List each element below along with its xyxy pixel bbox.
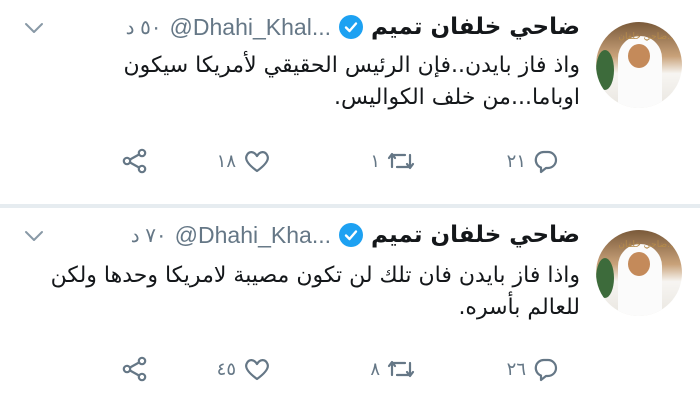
avatar-logo-text: د.ضاحي خلفان: [618, 240, 674, 250]
heart-icon: [242, 355, 272, 383]
verified-badge-icon: [339, 15, 363, 39]
tweet-text: واذ فاز بايدن..فإن الرئيس الحقيقي لأمريك…: [123, 53, 580, 110]
author-name[interactable]: ضاحي خلفان تميم: [371, 222, 580, 248]
author-name[interactable]: ضاحي خلفان تميم: [371, 14, 580, 40]
share-button[interactable]: [120, 146, 150, 176]
retweet-icon: [386, 355, 416, 383]
avatar-face: [628, 252, 650, 276]
reply-count: ٢٦: [506, 358, 526, 380]
tweet[interactable]: د.ضاحي خلفان ضاحي خلفان تميم @Dhahi_Khal…: [0, 0, 700, 204]
chevron-down-icon[interactable]: [22, 224, 46, 248]
avatar[interactable]: د.ضاحي خلفان: [596, 22, 682, 108]
tweet-header: ضاحي خلفان تميم @Dhahi_Khal... ٥٠ د: [126, 12, 580, 42]
author-handle[interactable]: @Dhahi_Khal...: [170, 14, 331, 41]
chevron-down-icon[interactable]: [22, 16, 46, 40]
tweet-text: واذا فاز بايدن فان تلك لن تكون مصيبة لام…: [50, 263, 580, 320]
tweet-header: ضاحي خلفان تميم @Dhahi_Kha... ٧٠ د: [131, 220, 580, 250]
retweet-icon: [386, 147, 416, 175]
like-button[interactable]: ١٨: [217, 146, 272, 176]
tweet-actions: ٢٦ ٨ ٤٥: [120, 354, 560, 384]
share-button[interactable]: [120, 354, 150, 384]
retweet-button[interactable]: ٨: [370, 354, 416, 384]
retweet-count: ٨: [370, 358, 380, 380]
avatar-face: [628, 44, 650, 68]
avatar[interactable]: د.ضاحي خلفان: [596, 230, 682, 316]
share-icon: [120, 354, 150, 384]
tweet-timestamp[interactable]: ٧٠ د: [131, 223, 167, 248]
reply-button[interactable]: ٢١: [507, 146, 560, 176]
author-handle[interactable]: @Dhahi_Kha...: [175, 222, 331, 249]
like-count: ١٨: [216, 150, 236, 172]
reply-count: ٢١: [506, 150, 526, 172]
tweet-timestamp[interactable]: ٥٠ د: [126, 15, 162, 40]
avatar-plant-decoration: [596, 258, 614, 298]
like-count: ٤٥: [216, 358, 236, 380]
like-button[interactable]: ٤٥: [217, 354, 272, 384]
tweet[interactable]: د.ضاحي خلفان ضاحي خلفان تميم @Dhahi_Kha.…: [0, 208, 700, 412]
verified-badge-icon: [339, 223, 363, 247]
heart-icon: [242, 147, 272, 175]
avatar-logo-text: د.ضاحي خلفان: [618, 32, 674, 42]
tweet-actions: ٢١ ١ ١٨: [120, 146, 560, 176]
reply-button[interactable]: ٢٦: [507, 354, 560, 384]
share-icon: [120, 146, 150, 176]
avatar-plant-decoration: [596, 50, 614, 90]
reply-icon: [532, 355, 560, 383]
retweet-button[interactable]: ١: [370, 146, 416, 176]
reply-icon: [532, 147, 560, 175]
retweet-count: ١: [370, 150, 380, 172]
